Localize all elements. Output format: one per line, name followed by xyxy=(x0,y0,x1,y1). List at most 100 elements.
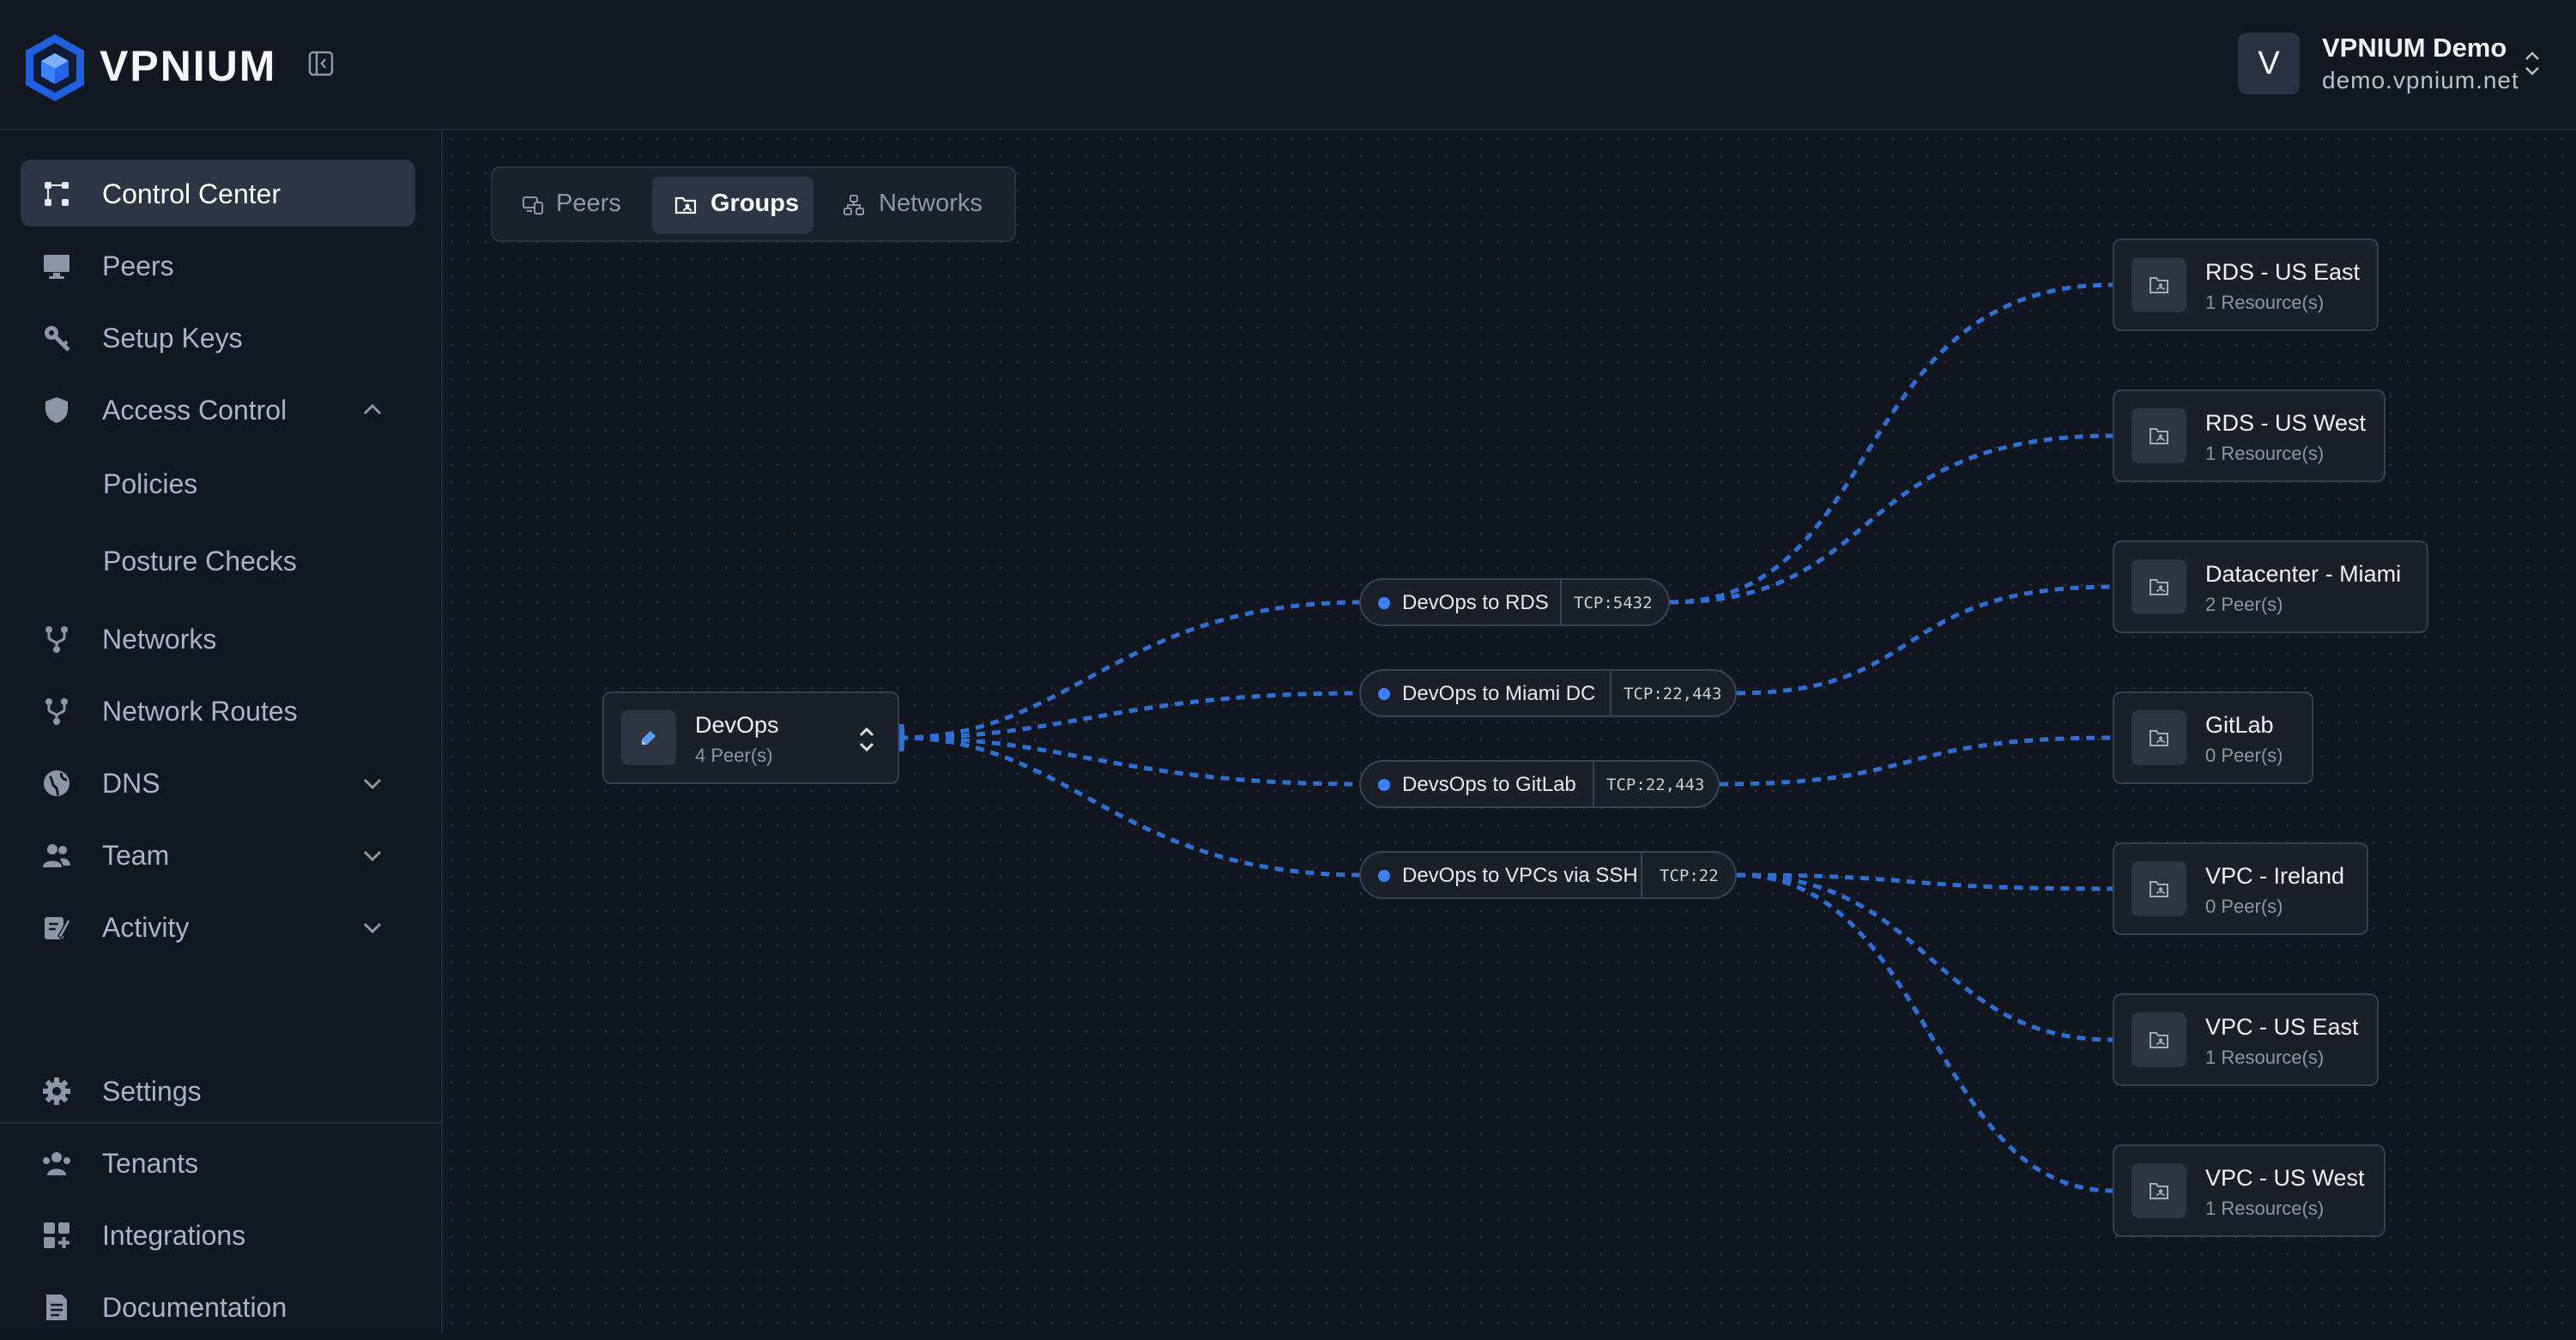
source-group-subtitle: 4 Peer(s) xyxy=(695,745,773,766)
target-node[interactable]: Datacenter - Miami 2 Peer(s) xyxy=(2113,540,2428,633)
target-title: Datacenter - Miami xyxy=(2205,561,2402,587)
policy-port: TCP:22,443 xyxy=(1624,685,1722,703)
target-subtitle: 1 Resource(s) xyxy=(2205,443,2325,464)
policy-port: TCP:5432 xyxy=(1574,594,1653,613)
sidebar-item-label: Integrations xyxy=(102,1220,246,1251)
tenants-icon xyxy=(43,1152,70,1175)
sidebar-item-peers[interactable]: Peers xyxy=(21,232,415,299)
sidebar-subitem-posture-checks[interactable]: Posture Checks xyxy=(103,546,297,577)
policy-pill[interactable]: DevOps to VPCs via SSH TCP:22 xyxy=(1359,851,1737,899)
sidebar-item-dns[interactable]: DNS xyxy=(21,749,415,816)
sidebar-item-settings[interactable]: Settings xyxy=(21,1057,415,1124)
policy-pill[interactable]: DevsOps to GitLab TCP:22,443 xyxy=(1359,760,1720,808)
users-icon xyxy=(43,844,70,867)
sidebar-item-label: Network Routes xyxy=(102,696,298,727)
network-icon xyxy=(45,626,68,653)
sidebar-item-label: Control Center xyxy=(102,178,281,209)
account-name[interactable]: VPNIUM Demo xyxy=(2322,33,2506,63)
sidebar-item-label: Networks xyxy=(102,624,217,655)
target-icon-box xyxy=(2132,559,2186,614)
policy-divider xyxy=(1610,671,1612,715)
document-icon xyxy=(46,1295,67,1320)
gear-icon xyxy=(43,1077,70,1105)
group-badge-icon xyxy=(642,731,656,745)
sidebar-item-activity[interactable]: Activity xyxy=(21,893,415,960)
sidebar-item-documentation[interactable]: Documentation xyxy=(21,1273,415,1340)
policy-port: TCP:22 xyxy=(1660,866,1719,885)
key-icon xyxy=(45,326,70,352)
sidebar-item-network-routes[interactable]: Network Routes xyxy=(21,677,415,744)
sidebar-item-networks[interactable]: Networks xyxy=(21,605,415,672)
sidebar-item-label: Team xyxy=(102,840,170,871)
target-node[interactable]: VPC - US East 1 Resource(s) xyxy=(2113,993,2379,1086)
target-node[interactable]: VPC - US West 1 Resource(s) xyxy=(2113,1144,2386,1237)
tab-networks[interactable]: Networks xyxy=(820,177,1001,233)
sidebar-item-setup-keys[interactable]: Setup Keys xyxy=(21,304,415,371)
target-icon-box xyxy=(2132,408,2186,463)
target-title: RDS - US East xyxy=(2205,259,2361,285)
view-tabs: Peers Groups Networks xyxy=(491,166,1016,242)
activity-icon xyxy=(45,917,71,940)
target-title: RDS - US West xyxy=(2205,410,2367,436)
chevron-down-icon[interactable] xyxy=(360,915,384,939)
policy-status-dot xyxy=(1378,779,1390,791)
folder-group-icon xyxy=(2150,579,2168,595)
target-node[interactable]: GitLab 0 Peer(s) xyxy=(2113,691,2313,784)
tab-label: Groups xyxy=(711,190,800,217)
grid-icon xyxy=(45,182,69,206)
folder-group-icon xyxy=(674,196,697,214)
target-subtitle: 0 Peer(s) xyxy=(2205,896,2283,917)
chevron-updown-icon[interactable] xyxy=(2523,48,2542,79)
target-icon-box xyxy=(2132,1012,2186,1067)
sidebar-item-label: Peers xyxy=(102,250,174,281)
sidebar-item-control-center[interactable]: Control Center xyxy=(21,160,415,226)
vpnium-logo-icon xyxy=(26,34,84,101)
globe-icon xyxy=(44,770,70,797)
policy-status-dot xyxy=(1378,688,1390,700)
group-icon-box xyxy=(621,710,676,765)
sidebar-subitem-policies[interactable]: Policies xyxy=(103,468,197,500)
policy-status-dot xyxy=(1378,870,1390,882)
policy-name: DevOps to VPCs via SSH xyxy=(1402,864,1638,887)
target-title: VPC - US East xyxy=(2205,1014,2359,1040)
policy-name: DevOps to RDS xyxy=(1402,591,1549,614)
sidebar: Control Center Peers Setup Keys Access C… xyxy=(0,130,443,1333)
target-subtitle: 0 Peer(s) xyxy=(2205,745,2283,766)
target-title: VPC - US West xyxy=(2205,1165,2365,1191)
target-node[interactable]: RDS - US West 1 Resource(s) xyxy=(2113,389,2386,482)
source-group-node[interactable]: DevOps 4 Peer(s) xyxy=(602,691,899,784)
chevron-up-icon[interactable] xyxy=(360,398,384,422)
tab-label: Peers xyxy=(556,190,621,217)
shield-icon xyxy=(45,397,68,423)
tab-peers[interactable]: Peers xyxy=(508,177,645,233)
monitor-icon xyxy=(44,255,70,279)
sidebar-item-integrations[interactable]: Integrations xyxy=(21,1201,415,1268)
policy-pill[interactable]: DevOps to Miami DC TCP:22,443 xyxy=(1359,669,1737,717)
target-subtitle: 1 Resource(s) xyxy=(2205,1047,2325,1068)
chevron-down-icon[interactable] xyxy=(360,843,384,867)
folder-group-icon xyxy=(2150,428,2168,444)
sidebar-item-access-control[interactable]: Access Control xyxy=(21,376,415,443)
tab-label: Networks xyxy=(879,190,983,217)
policy-port: TCP:22,443 xyxy=(1606,776,1705,794)
account-avatar[interactable]: V xyxy=(2238,33,2300,94)
policy-name: DevsOps to GitLab xyxy=(1402,773,1576,796)
target-icon-box xyxy=(2132,861,2186,916)
sidebar-item-team[interactable]: Team xyxy=(21,821,415,888)
integrations-icon xyxy=(44,1222,70,1248)
tab-groups[interactable]: Groups xyxy=(652,177,813,233)
top-bar: VPNIUM V VPNIUM Demo demo.vpnium.net xyxy=(0,0,2576,130)
policy-divider xyxy=(1641,853,1642,897)
target-node[interactable]: RDS - US East 1 Resource(s) xyxy=(2113,238,2379,331)
sidebar-collapse-icon[interactable] xyxy=(307,50,335,77)
sidebar-item-label: Documentation xyxy=(102,1292,287,1323)
account-domain: demo.vpnium.net xyxy=(2322,67,2519,94)
target-icon-box xyxy=(2132,1163,2186,1218)
policy-pill[interactable]: DevOps to RDS TCP:5432 xyxy=(1359,578,1670,626)
target-subtitle: 1 Resource(s) xyxy=(2205,292,2325,313)
target-title: VPC - Ireland xyxy=(2205,863,2345,889)
target-node[interactable]: VPC - Ireland 0 Peer(s) xyxy=(2113,842,2368,935)
chevron-down-icon[interactable] xyxy=(360,771,384,795)
chevron-updown-icon[interactable] xyxy=(856,726,877,753)
sidebar-item-tenants[interactable]: Tenants xyxy=(21,1129,415,1196)
